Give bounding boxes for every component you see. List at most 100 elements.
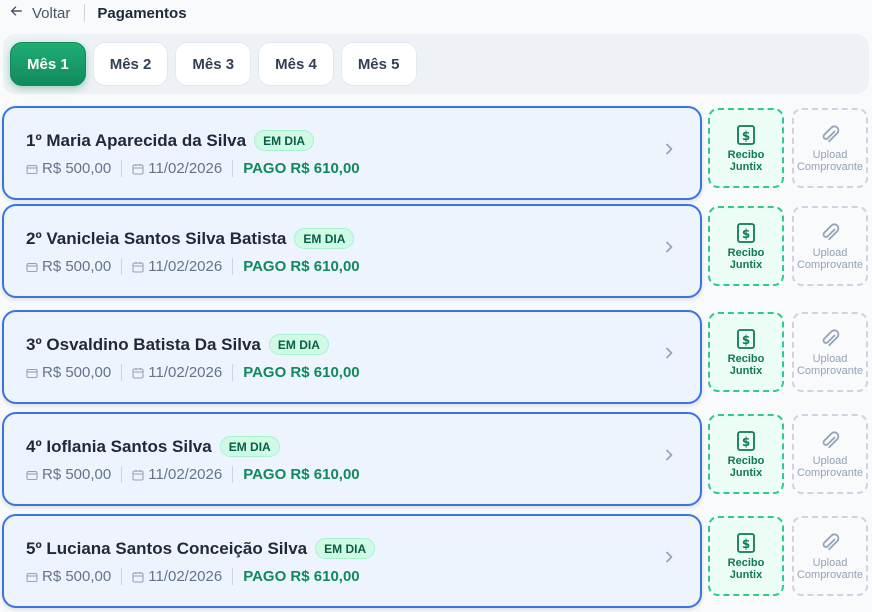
paperclip-icon: [822, 430, 840, 448]
chevron-right-icon: [666, 551, 673, 563]
svg-text:$: $: [742, 333, 750, 347]
due-date: 11/02/2026: [148, 568, 223, 585]
payment-card[interactable]: 2º Vanicleia Santos Silva Batista EM DIA…: [2, 204, 702, 298]
recibo-label: Recibo: [727, 148, 765, 161]
payment-list: 1º Maria Aparecida da Silva EM DIA R$ 50…: [0, 0, 872, 612]
payment-row: 1º Maria Aparecida da Silva EM DIA R$ 50…: [0, 106, 872, 200]
installment-amount: R$ 500,00: [42, 258, 112, 275]
comprovante-label: Comprovante: [796, 160, 864, 173]
calendar-icon: [132, 571, 144, 583]
upload-comprovante-button[interactable]: Upload Comprovante: [792, 206, 868, 286]
due-date: 11/02/2026: [148, 258, 223, 275]
due-date: 11/02/2026: [148, 364, 223, 381]
paid-amount: PAGO R$ 610,00: [243, 466, 360, 483]
upload-label: Upload: [812, 246, 848, 259]
recibo-juntix-button[interactable]: $ Recibo Juntix: [708, 206, 784, 286]
status-badge: EM DIA: [254, 130, 315, 151]
dollar-receipt-icon: $: [737, 124, 755, 145]
installment-amount: R$ 500,00: [42, 466, 112, 483]
upload-comprovante-button[interactable]: Upload Comprovante: [792, 516, 868, 596]
wallet-icon: [26, 470, 38, 480]
upload-comprovante-button[interactable]: Upload Comprovante: [792, 414, 868, 494]
paid-amount: PAGO R$ 610,00: [243, 160, 360, 177]
recibo-label: Recibo: [727, 352, 765, 365]
meta-divider: [232, 364, 234, 381]
comprovante-label: Comprovante: [796, 258, 864, 271]
meta-divider: [232, 160, 234, 177]
installment-amount: R$ 500,00: [42, 568, 112, 585]
recibo-juntix-button[interactable]: $ Recibo Juntix: [708, 516, 784, 596]
upload-comprovante-button[interactable]: Upload Comprovante: [792, 108, 868, 188]
juntix-label: Juntix: [729, 568, 763, 581]
recibo-juntix-button[interactable]: $ Recibo Juntix: [708, 312, 784, 392]
payment-card[interactable]: 5º Luciana Santos Conceição Silva EM DIA…: [2, 514, 702, 608]
meta-divider: [121, 466, 123, 483]
participant-name: 4º Ioflania Santos Silva: [26, 436, 212, 456]
paperclip-icon: [822, 328, 840, 346]
upload-label: Upload: [812, 556, 848, 569]
upload-label: Upload: [812, 454, 848, 467]
participant-name: 5º Luciana Santos Conceição Silva: [26, 538, 308, 558]
chevron-right-icon: [666, 241, 673, 253]
calendar-icon: [132, 261, 144, 273]
meta-divider: [121, 258, 123, 275]
status-badge: EM DIA: [219, 436, 280, 457]
dollar-receipt-icon: $: [737, 430, 755, 451]
comprovante-label: Comprovante: [796, 364, 864, 377]
juntix-label: Juntix: [729, 466, 763, 479]
paid-amount: PAGO R$ 610,00: [243, 364, 360, 381]
upload-label: Upload: [812, 148, 848, 161]
meta-divider: [232, 466, 234, 483]
paid-amount: PAGO R$ 610,00: [243, 258, 360, 275]
status-badge: EM DIA: [315, 538, 376, 559]
wallet-icon: [26, 368, 38, 378]
juntix-label: Juntix: [729, 364, 763, 377]
svg-text:$: $: [742, 227, 750, 241]
due-date: 11/02/2026: [148, 466, 223, 483]
payment-row: 4º Ioflania Santos Silva EM DIA R$ 500,0…: [0, 412, 872, 506]
chevron-right-icon: [666, 143, 673, 155]
calendar-icon: [132, 469, 144, 481]
paid-amount: PAGO R$ 610,00: [243, 568, 360, 585]
payment-card[interactable]: 4º Ioflania Santos Silva EM DIA R$ 500,0…: [2, 412, 702, 506]
dollar-receipt-icon: $: [737, 532, 755, 553]
upload-label: Upload: [812, 352, 848, 365]
juntix-label: Juntix: [729, 160, 763, 173]
meta-divider: [121, 568, 123, 585]
svg-text:$: $: [742, 435, 750, 449]
svg-text:$: $: [742, 537, 750, 551]
payment-row: 3º Osvaldino Batista Da Silva EM DIA R$ …: [0, 310, 872, 404]
juntix-label: Juntix: [729, 258, 763, 271]
dollar-receipt-icon: $: [737, 328, 755, 349]
paperclip-icon: [822, 124, 840, 142]
recibo-label: Recibo: [727, 556, 765, 569]
svg-text:$: $: [742, 129, 750, 143]
payment-row: 2º Vanicleia Santos Silva Batista EM DIA…: [0, 204, 872, 298]
dollar-receipt-icon: $: [737, 222, 755, 243]
recibo-juntix-button[interactable]: $ Recibo Juntix: [708, 108, 784, 188]
comprovante-label: Comprovante: [796, 568, 864, 581]
status-badge: EM DIA: [268, 334, 329, 355]
paperclip-icon: [822, 532, 840, 550]
participant-name: 1º Maria Aparecida da Silva: [26, 130, 247, 150]
payment-row: 5º Luciana Santos Conceição Silva EM DIA…: [0, 514, 872, 608]
chevron-right-icon: [666, 347, 673, 359]
calendar-icon: [132, 163, 144, 175]
meta-divider: [232, 258, 234, 275]
participant-name: 3º Osvaldino Batista Da Silva: [26, 334, 261, 354]
recibo-label: Recibo: [727, 246, 765, 259]
participant-name: 2º Vanicleia Santos Silva Batista: [26, 228, 287, 248]
payment-card[interactable]: 1º Maria Aparecida da Silva EM DIA R$ 50…: [2, 106, 702, 200]
payment-card[interactable]: 3º Osvaldino Batista Da Silva EM DIA R$ …: [2, 310, 702, 404]
recibo-juntix-button[interactable]: $ Recibo Juntix: [708, 414, 784, 494]
meta-divider: [121, 364, 123, 381]
paperclip-icon: [822, 222, 840, 240]
recibo-label: Recibo: [727, 454, 765, 467]
calendar-icon: [132, 367, 144, 379]
upload-comprovante-button[interactable]: Upload Comprovante: [792, 312, 868, 392]
status-badge: EM DIA: [294, 228, 355, 249]
wallet-icon: [26, 262, 38, 272]
chevron-right-icon: [666, 449, 673, 461]
comprovante-label: Comprovante: [796, 466, 864, 479]
installment-amount: R$ 500,00: [42, 364, 112, 381]
